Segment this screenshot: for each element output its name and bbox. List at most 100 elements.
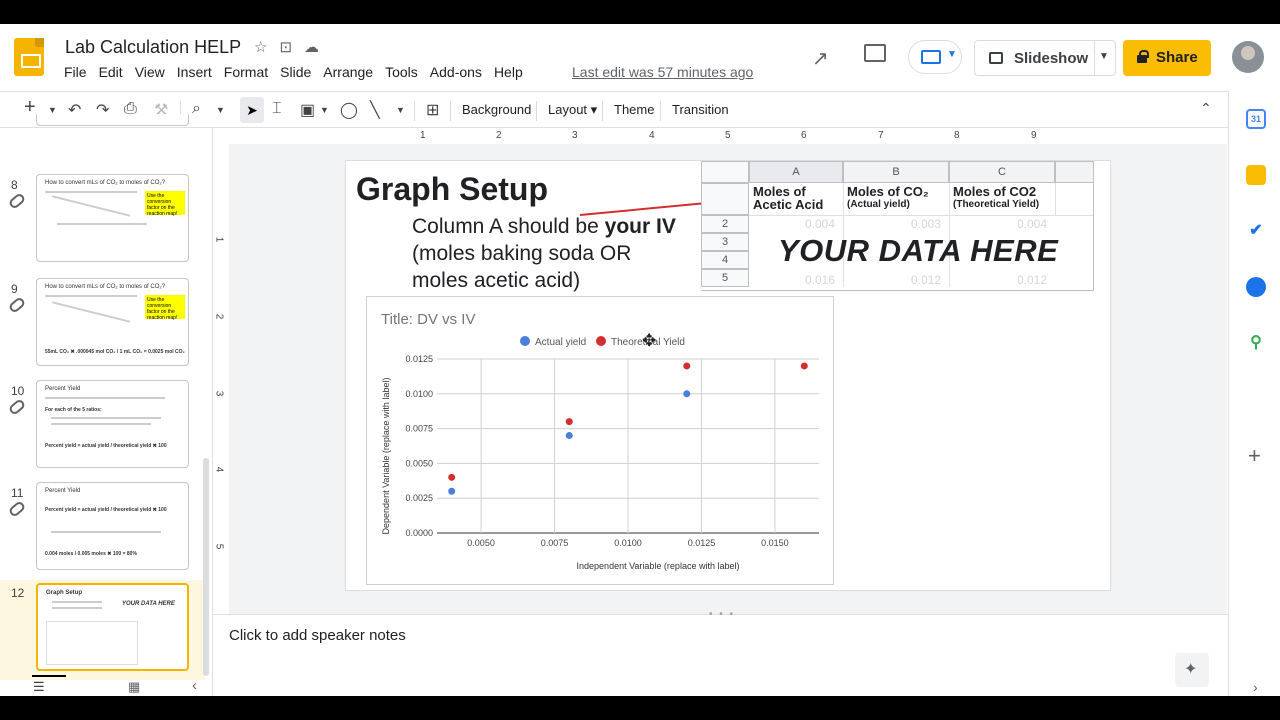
ruler-tick: 6 [801, 130, 807, 141]
new-comment-icon[interactable]: ⊞ [426, 100, 439, 120]
list-view-icon[interactable]: ☰ [33, 679, 45, 695]
last-edit-link[interactable]: Last edit was 57 minutes ago [572, 64, 753, 80]
resize-handle[interactable]: • • • [709, 609, 735, 620]
tasks-icon[interactable]: ✔ [1246, 221, 1266, 241]
chevron-down-icon[interactable]: ▼ [396, 105, 405, 115]
menu-file[interactable]: File [64, 64, 87, 80]
thumb-line [52, 607, 102, 609]
scatter-chart[interactable]: Title: DV vs IV Actual yield Theoretical Y… [366, 296, 834, 585]
thumb-line2: 0.004 moles / 0.005 moles ✖ 100 = 80% [45, 551, 137, 557]
move-folder-icon[interactable]: ⊡ [279, 38, 292, 56]
slide[interactable]: Graph Setup Column A should be your IV (… [346, 161, 1110, 590]
menu-addons[interactable]: Add-ons [430, 64, 482, 80]
film-item[interactable]: 10 Percent Yield For each of the 5 ratio… [0, 380, 205, 478]
slide-title[interactable]: Graph Setup [356, 171, 548, 208]
active-indicator [32, 675, 66, 677]
thumb-line [45, 295, 137, 297]
chevron-down-icon[interactable]: ▼ [216, 105, 225, 115]
film-item[interactable]: 9 How to convert mLs of CO₂ to moles of … [0, 278, 205, 376]
column-header-b: B [843, 161, 949, 183]
slide-thumbnail[interactable]: How to convert mLs of CO₂ to moles of CO… [36, 278, 189, 366]
slide-body-text[interactable]: Column A should be your IV (moles baking… [412, 213, 692, 294]
chevron-down-icon[interactable]: ▼ [1099, 51, 1109, 62]
filmstrip-scrollbar[interactable] [203, 458, 209, 676]
faded-value: 0.004 [805, 217, 836, 231]
slides-logo-icon[interactable] [14, 38, 44, 76]
document-title[interactable]: Lab Calculation HELP [65, 37, 241, 58]
share-button[interactable]: Share [1123, 40, 1211, 76]
shape-icon[interactable]: ◯ [340, 100, 358, 120]
x-tick-label: 0.0150 [761, 538, 789, 548]
share-label: Share [1156, 49, 1198, 66]
slide-thumbnail[interactable]: Graph Setup YOUR DATA HERE [36, 583, 189, 671]
chevron-down-icon[interactable]: ▼ [320, 105, 329, 115]
theme-button[interactable]: Theme [614, 102, 654, 117]
film-item[interactable]: 11 Percent Yield Percent yield = actual … [0, 482, 205, 580]
background-button[interactable]: Background [462, 102, 531, 117]
ruler-tick: 8 [954, 130, 960, 141]
thumb-line [51, 417, 161, 419]
grid-view-icon[interactable]: ▦ [128, 679, 140, 695]
collapse-panel-icon[interactable]: ‹ [192, 677, 197, 694]
legend-marker [596, 336, 606, 346]
chevron-right-icon[interactable]: › [1253, 679, 1258, 695]
slideshow-button[interactable]: Slideshow ▼ [974, 40, 1116, 76]
film-item[interactable] [0, 114, 205, 128]
slide-number: 8 [11, 178, 18, 192]
contacts-icon[interactable] [1246, 277, 1266, 297]
comment-icon[interactable] [864, 44, 886, 62]
menu-format[interactable]: Format [224, 64, 268, 80]
slide-thumbnail[interactable] [36, 114, 189, 126]
faded-value: 0.012 [911, 273, 942, 287]
textbox-icon[interactable]: ⌶ [272, 100, 282, 118]
line-icon[interactable]: ╲ [370, 100, 380, 120]
menu-tools[interactable]: Tools [385, 64, 418, 80]
menu-arrange[interactable]: Arrange [323, 64, 373, 80]
slide-number: 12 [11, 586, 25, 600]
calendar-icon[interactable]: 31 [1246, 109, 1266, 129]
spreadsheet-image[interactable]: A B C 2 3 4 5 Moles of Acetic Acid Moles… [701, 161, 1094, 291]
film-item[interactable]: 8 How to convert mLs of CO₂ to moles of … [0, 174, 205, 272]
add-icon[interactable]: + [1248, 443, 1261, 469]
menu-bar: File Edit View Insert Format Slide Arran… [64, 64, 535, 80]
select-icon[interactable]: ➤ [240, 97, 264, 123]
row-header-5: 5 [701, 269, 749, 287]
menu-help[interactable]: Help [494, 64, 523, 80]
speaker-notes[interactable]: • • • Click to add speaker notes [213, 609, 1228, 696]
maps-icon[interactable]: ⚲ [1246, 333, 1266, 353]
thumb-line [51, 301, 131, 323]
slide-thumbnail[interactable]: Percent Yield Percent yield = actual yie… [36, 482, 189, 570]
ruler-tick: 5 [213, 543, 225, 550]
image-icon[interactable]: ▣ [300, 100, 315, 120]
menu-view[interactable]: View [135, 64, 165, 80]
menu-slide[interactable]: Slide [280, 64, 311, 80]
layout-label: Layout [548, 102, 588, 117]
x-axis-label: Independent Variable (replace with label… [577, 561, 740, 571]
slide-thumbnail[interactable]: How to convert mLs of CO₂ to moles of CO… [36, 174, 189, 262]
divider [536, 101, 537, 121]
film-item-active[interactable]: 12 Graph Setup YOUR DATA HERE [0, 580, 205, 680]
star-icon[interactable]: ☆ [254, 38, 267, 56]
thumb-line [57, 223, 147, 225]
slide-thumbnail[interactable]: Percent Yield For each of the 5 ratios: … [36, 380, 189, 468]
ruler-tick: 7 [878, 130, 884, 141]
collapse-icon[interactable]: ⌃ [1200, 100, 1212, 117]
avatar[interactable] [1232, 41, 1264, 73]
y-tick-label: 0.0125 [405, 354, 433, 364]
menu-edit[interactable]: Edit [99, 64, 123, 80]
thumb-title: Graph Setup [46, 590, 83, 596]
trend-icon[interactable]: ↗ [812, 46, 829, 71]
ruler-tick: 2 [496, 130, 502, 141]
menu-insert[interactable]: Insert [177, 64, 212, 80]
ruler-tick: 3 [572, 130, 578, 141]
layout-button[interactable]: Layout ▾ [548, 102, 597, 118]
transition-button[interactable]: Transition [672, 102, 729, 117]
data-placeholder-text: YOUR DATA HERE [778, 233, 1059, 268]
explore-button[interactable] [1175, 653, 1209, 687]
cloud-icon[interactable]: ☁ [304, 38, 319, 56]
keep-icon[interactable] [1246, 165, 1266, 185]
legend-label: Actual yield [535, 337, 586, 348]
header-cell-b: Moles of CO₂ (Actual yield) [843, 183, 949, 215]
speaker-notes-placeholder[interactable]: Click to add speaker notes [229, 627, 406, 644]
present-button[interactable]: ▼ [908, 40, 962, 74]
